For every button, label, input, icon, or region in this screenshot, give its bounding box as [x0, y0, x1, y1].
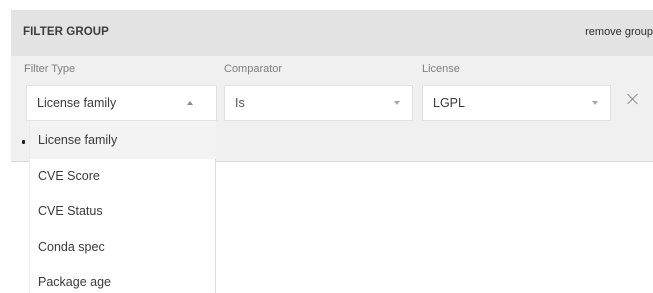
comparator-value: Is: [235, 96, 245, 110]
remove-group-link[interactable]: remove group: [585, 26, 653, 38]
license-select[interactable]: LGPL: [422, 85, 611, 121]
close-icon[interactable]: [627, 93, 639, 105]
dropdown-item-license-family[interactable]: License family: [38, 133, 117, 147]
dropdown-item-conda-spec[interactable]: Conda spec: [38, 240, 105, 254]
comparator-select[interactable]: Is: [224, 85, 413, 121]
filter-type-dropdown: License family CVE Score CVE Status Cond…: [29, 121, 216, 293]
dropdown-item-package-age[interactable]: Package age: [38, 275, 111, 289]
caret-up-icon: [187, 101, 193, 105]
license-value: LGPL: [433, 96, 465, 110]
list-bullet-marker: [22, 140, 25, 144]
filter-group-title: FILTER GROUP: [23, 26, 109, 38]
caret-down-icon: [394, 101, 400, 105]
filter-type-label: Filter Type: [24, 63, 76, 75]
comparator-label: Comparator: [224, 63, 283, 75]
caret-down-icon: [592, 101, 598, 105]
filter-group-header: FILTER GROUP remove group: [11, 10, 653, 56]
filter-type-value: License family: [37, 96, 117, 110]
dropdown-item-cve-score[interactable]: CVE Score: [38, 169, 100, 183]
filter-type-select[interactable]: License family: [26, 85, 217, 121]
license-label: License: [422, 63, 460, 75]
page: FILTER GROUP remove group Filter Type Co…: [0, 0, 653, 293]
dropdown-item-cve-status[interactable]: CVE Status: [38, 204, 103, 218]
